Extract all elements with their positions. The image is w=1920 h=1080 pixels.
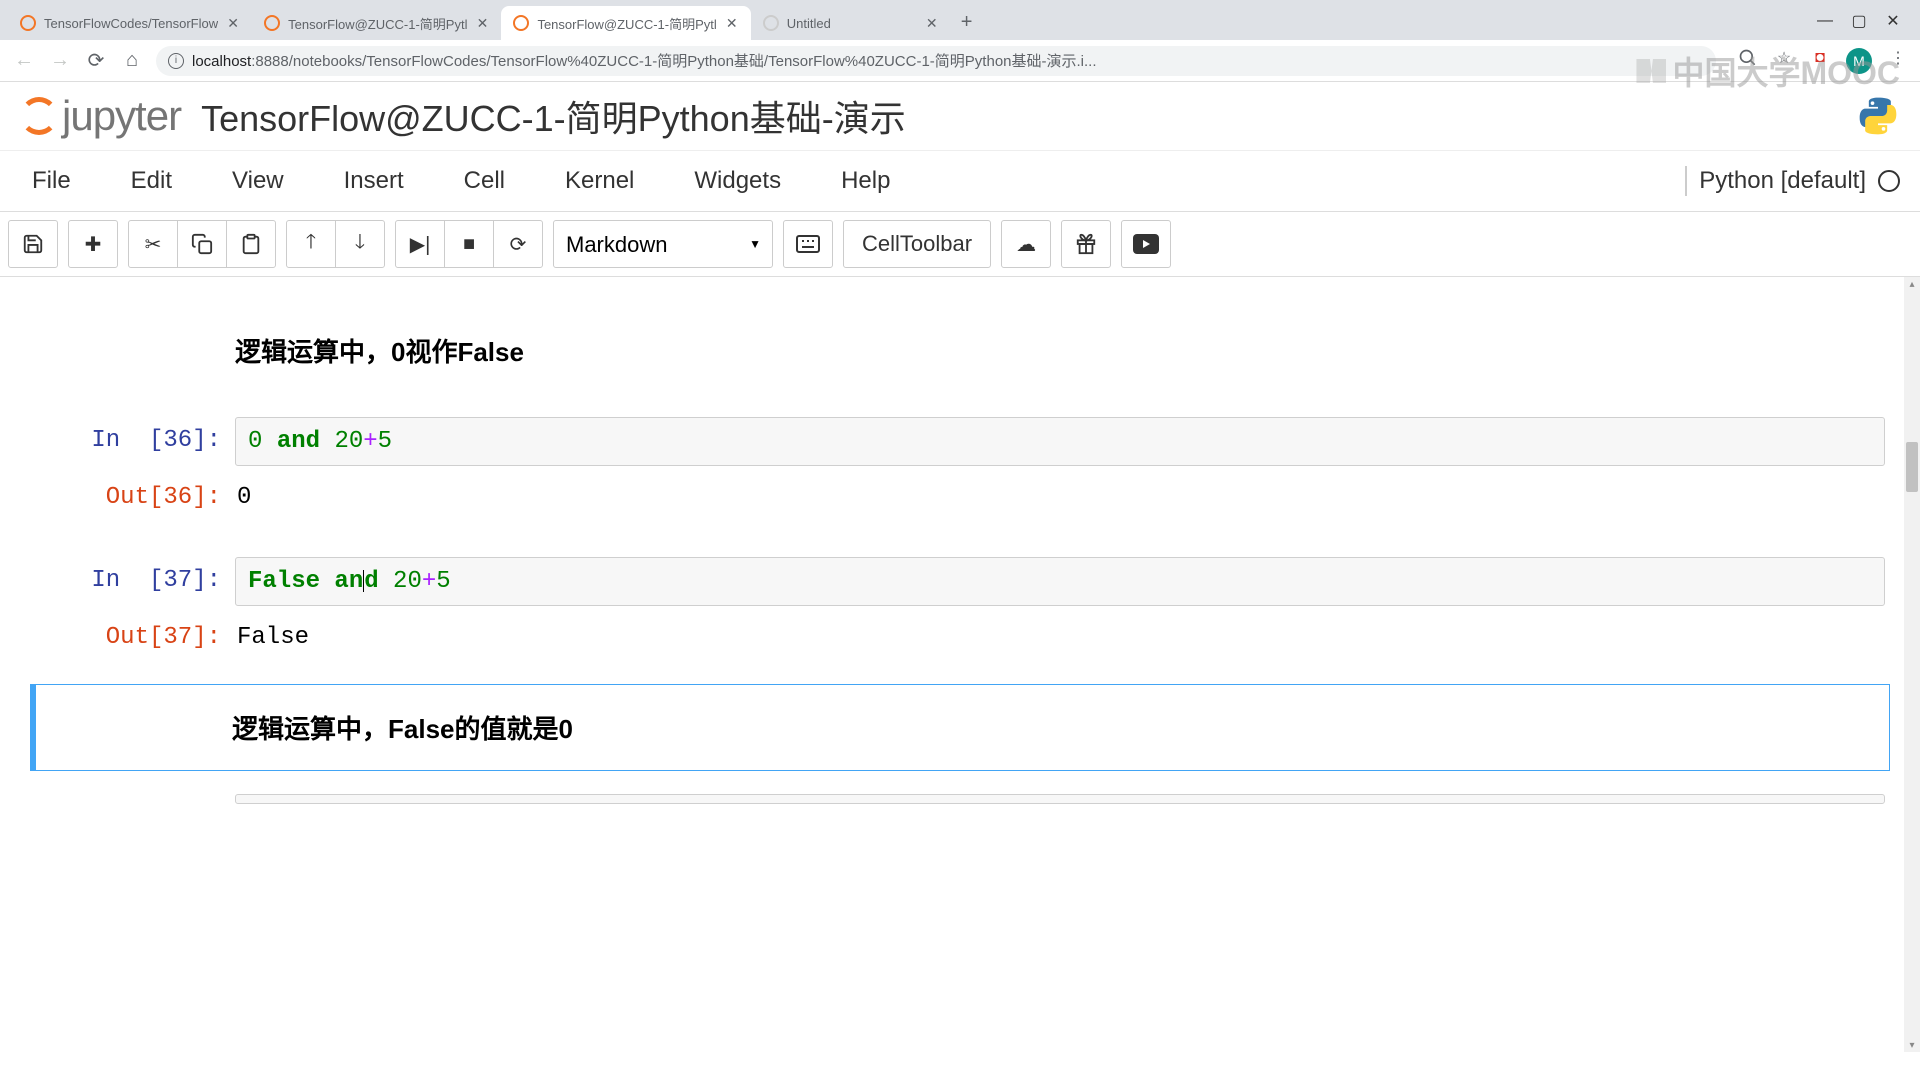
video-button[interactable] <box>1121 220 1171 268</box>
separator <box>1685 166 1687 196</box>
scrollbar-thumb[interactable] <box>1906 442 1918 492</box>
move-up-button[interactable]: 🡑 <box>286 220 336 268</box>
code-input[interactable]: False and 20+5 <box>235 557 1885 606</box>
code-input[interactable] <box>235 794 1885 804</box>
browser-tab-1[interactable]: TensorFlow@ZUCC-1-简明Pytl ✕ <box>252 6 501 40</box>
gift-button[interactable] <box>1061 220 1111 268</box>
tab-title-2: TensorFlow@ZUCC-1-简明Pytl <box>537 14 716 33</box>
scrollbar[interactable]: ▴ ▾ <box>1904 277 1920 1052</box>
menu-bar: File Edit View Insert Cell Kernel Widget… <box>0 150 1920 212</box>
menu-kernel[interactable]: Kernel <box>553 159 646 203</box>
python-logo-icon <box>1856 94 1900 138</box>
code-cell-36[interactable]: In [36]: 0 and 20+5 Out[36]: 0 <box>30 404 1890 534</box>
menu-insert[interactable]: Insert <box>332 159 416 203</box>
output-text: 0 <box>235 474 1885 521</box>
kernel-indicator-icon[interactable] <box>1878 170 1900 192</box>
paste-button[interactable] <box>226 220 276 268</box>
notebook-title[interactable]: TensorFlow@ZUCC-1-简明Python基础-演示 <box>201 90 906 142</box>
code-cell-next[interactable] <box>30 781 1890 817</box>
in-prompt: In [36]: <box>35 417 235 454</box>
out-prompt: Out[37]: <box>35 614 235 651</box>
close-window-icon[interactable]: ✕ <box>1886 14 1900 28</box>
scroll-up-icon[interactable]: ▴ <box>1906 277 1918 291</box>
jupyter-logo-icon <box>20 97 58 135</box>
markdown-heading: 逻辑运算中，False的值就是0 <box>36 689 1885 766</box>
run-button[interactable]: ▶| <box>395 220 445 268</box>
tab-title-1: TensorFlow@ZUCC-1-简明Pytl <box>288 14 467 33</box>
maximize-icon[interactable]: ▢ <box>1852 14 1866 28</box>
celltoolbar-button[interactable]: CellToolbar <box>843 220 991 268</box>
new-tab-button[interactable]: + <box>951 5 983 40</box>
site-info-icon[interactable]: i <box>168 53 184 69</box>
move-down-button[interactable]: 🡓 <box>335 220 385 268</box>
blank-favicon <box>763 15 779 31</box>
copy-button[interactable] <box>177 220 227 268</box>
browser-tab-bar: TensorFlowCodes/TensorFlow ✕ TensorFlow@… <box>0 0 1920 40</box>
command-palette-button[interactable] <box>783 220 833 268</box>
menu-cell[interactable]: Cell <box>452 159 517 203</box>
menu-widgets[interactable]: Widgets <box>682 159 793 203</box>
tab-close-icon[interactable]: ✕ <box>925 16 939 30</box>
markdown-heading: 逻辑运算中，0视作False <box>35 312 1885 389</box>
browser-tab-0[interactable]: TensorFlowCodes/TensorFlow ✕ <box>8 6 252 40</box>
jupyter-header: jupyter TensorFlow@ZUCC-1-简明Python基础-演示 <box>0 82 1920 150</box>
menu-file[interactable]: File <box>20 159 83 203</box>
back-button[interactable]: ← <box>12 49 36 73</box>
tab-title-3: Untitled <box>787 16 917 31</box>
cloud-upload-button[interactable]: ☁ <box>1001 220 1051 268</box>
minimize-icon[interactable]: — <box>1818 14 1832 28</box>
in-prompt: In [37]: <box>35 557 235 594</box>
kernel-name[interactable]: Python [default] <box>1699 167 1866 195</box>
jupyter-logo-text: jupyter <box>62 92 181 140</box>
restart-button[interactable]: ⟳ <box>493 220 543 268</box>
scroll-down-icon[interactable]: ▾ <box>1906 1038 1918 1052</box>
markdown-cell[interactable]: 逻辑运算中，0视作False <box>30 307 1890 394</box>
home-button[interactable]: ⌂ <box>120 49 144 73</box>
tab-close-icon[interactable]: ✕ <box>226 16 240 30</box>
out-prompt: Out[36]: <box>35 474 235 511</box>
reload-button[interactable]: ⟳ <box>84 49 108 73</box>
url-bar[interactable]: i localhost:8888/notebooks/TensorFlowCod… <box>156 46 1716 76</box>
cut-button[interactable]: ✂ <box>128 220 178 268</box>
browser-tab-3[interactable]: Untitled ✕ <box>751 6 951 40</box>
tab-title-0: TensorFlowCodes/TensorFlow <box>44 16 218 31</box>
jupyter-logo[interactable]: jupyter <box>20 92 181 140</box>
in-prompt <box>35 794 235 804</box>
browser-tab-2[interactable]: TensorFlow@ZUCC-1-简明Pytl ✕ <box>501 6 750 40</box>
add-cell-button[interactable]: ✚ <box>68 220 118 268</box>
menu-help[interactable]: Help <box>829 159 902 203</box>
interrupt-button[interactable]: ■ <box>444 220 494 268</box>
address-bar: ← → ⟳ ⌂ i localhost:8888/notebooks/Tenso… <box>0 40 1920 82</box>
save-button[interactable] <box>8 220 58 268</box>
output-text: False <box>235 614 1885 661</box>
notebook-content[interactable]: ▴ ▾ 逻辑运算中，0视作False In [36]: 0 and 20+5 O… <box>0 277 1920 1052</box>
menu-view[interactable]: View <box>220 159 296 203</box>
watermark: 中国大学MOOC <box>1636 48 1900 94</box>
forward-button[interactable]: → <box>48 49 72 73</box>
cell-type-select[interactable]: Markdown <box>553 220 773 268</box>
jupyter-favicon <box>20 15 36 31</box>
mooc-logo-icon <box>1636 59 1666 83</box>
code-input[interactable]: 0 and 20+5 <box>235 417 1885 466</box>
menu-edit[interactable]: Edit <box>119 159 184 203</box>
tab-close-icon[interactable]: ✕ <box>725 16 739 30</box>
markdown-cell-selected[interactable]: 逻辑运算中，False的值就是0 <box>30 684 1890 771</box>
code-cell-37[interactable]: In [37]: False and 20+5 Out[37]: False <box>30 544 1890 674</box>
url-text: localhost:8888/notebooks/TensorFlowCodes… <box>192 50 1097 71</box>
window-controls: — ▢ ✕ <box>1806 14 1912 40</box>
toolbar: ✚ ✂ 🡑 🡓 ▶| ■ ⟳ Markdown CellToolbar ☁ <box>0 212 1920 277</box>
tab-close-icon[interactable]: ✕ <box>475 16 489 30</box>
jupyter-favicon <box>513 15 529 31</box>
jupyter-favicon <box>264 15 280 31</box>
